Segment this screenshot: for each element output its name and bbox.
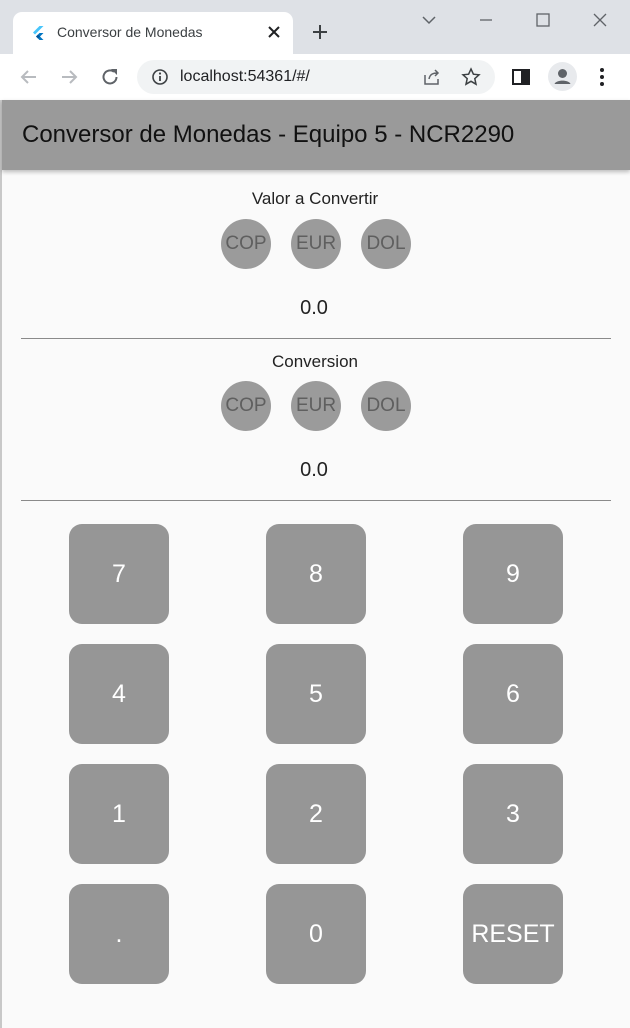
input-section-label: Valor a Convertir <box>251 189 379 208</box>
key-1[interactable]: 1 <box>69 764 169 864</box>
forward-icon[interactable] <box>57 65 81 89</box>
key-decimal[interactable]: . <box>69 884 169 984</box>
input-currency-dol[interactable]: DOL <box>361 219 411 269</box>
tab-search-icon[interactable] <box>417 8 441 32</box>
divider <box>21 500 611 501</box>
address-bar[interactable]: localhost:54361/#/ <box>137 60 495 94</box>
key-8[interactable]: 8 <box>266 524 366 624</box>
key-7[interactable]: 7 <box>69 524 169 624</box>
input-value: 0.0 <box>300 297 328 319</box>
browser-toolbar: localhost:54361/#/ <box>0 54 630 100</box>
output-value: 0.0 <box>300 459 328 481</box>
new-tab-icon[interactable] <box>309 21 331 43</box>
tab-title: Conversor de Monedas <box>57 24 203 40</box>
reload-icon[interactable] <box>98 65 122 89</box>
output-currency-cop[interactable]: COP <box>221 381 271 431</box>
key-6[interactable]: 6 <box>463 644 563 744</box>
browser-titlebar: Conversor de Monedas <box>0 0 630 54</box>
reset-button[interactable]: RESET <box>463 884 563 984</box>
browser-tab[interactable]: Conversor de Monedas <box>13 12 293 54</box>
app-bar: Conversor de Monedas - Equipo 5 - NCR229… <box>2 100 630 170</box>
key-4[interactable]: 4 <box>69 644 169 744</box>
profile-icon <box>554 69 571 84</box>
profile-avatar[interactable] <box>548 62 577 91</box>
key-5[interactable]: 5 <box>266 644 366 744</box>
share-icon[interactable] <box>422 67 442 87</box>
output-section-label: Conversion <box>272 352 358 371</box>
star-icon[interactable] <box>461 67 481 87</box>
key-9[interactable]: 9 <box>463 524 563 624</box>
url-text[interactable]: localhost:54361/#/ <box>180 68 310 86</box>
input-currency-cop[interactable]: COP <box>221 219 271 269</box>
app-title: Conversor de Monedas - Equipo 5 - NCR229… <box>22 121 515 148</box>
info-icon[interactable] <box>151 68 169 86</box>
divider <box>21 338 611 339</box>
close-tab-icon[interactable] <box>265 23 283 41</box>
minimize-icon[interactable] <box>474 8 498 32</box>
back-icon[interactable] <box>17 65 41 89</box>
side-panel-icon[interactable] <box>509 65 533 89</box>
output-currency-eur[interactable]: EUR <box>291 381 341 431</box>
key-3[interactable]: 3 <box>463 764 563 864</box>
key-2[interactable]: 2 <box>266 764 366 864</box>
flutter-icon <box>33 26 44 40</box>
window-edge <box>0 100 2 1028</box>
input-currency-eur[interactable]: EUR <box>291 219 341 269</box>
output-currency-dol[interactable]: DOL <box>361 381 411 431</box>
maximize-icon[interactable] <box>531 8 555 32</box>
menu-icon[interactable] <box>590 65 614 89</box>
close-window-icon[interactable] <box>588 8 612 32</box>
key-0[interactable]: 0 <box>266 884 366 984</box>
